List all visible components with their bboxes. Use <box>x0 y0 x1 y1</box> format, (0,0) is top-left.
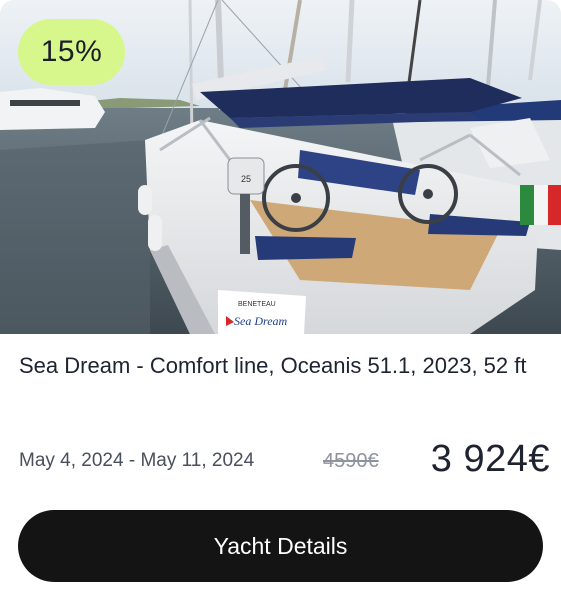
yacht-title: Sea Dream - Comfort line, Oceanis 51.1, … <box>19 353 527 378</box>
original-price: 4590€ <box>323 450 379 472</box>
date-range: May 4, 2024 - May 11, 2024 <box>19 450 255 471</box>
brand-label: BENETEAU <box>238 301 276 308</box>
yacht-details-button[interactable]: Yacht Details <box>18 510 543 582</box>
yacht-card[interactable]: 25 BENETEAU Sea Dream 15% Sea Dream - Co… <box>0 0 561 600</box>
discount-badge: 15% <box>18 19 125 85</box>
engine-label: 25 <box>241 174 251 184</box>
hull-name-label: Sea Dream <box>234 314 288 328</box>
discounted-price: 3 924€ <box>430 438 550 480</box>
